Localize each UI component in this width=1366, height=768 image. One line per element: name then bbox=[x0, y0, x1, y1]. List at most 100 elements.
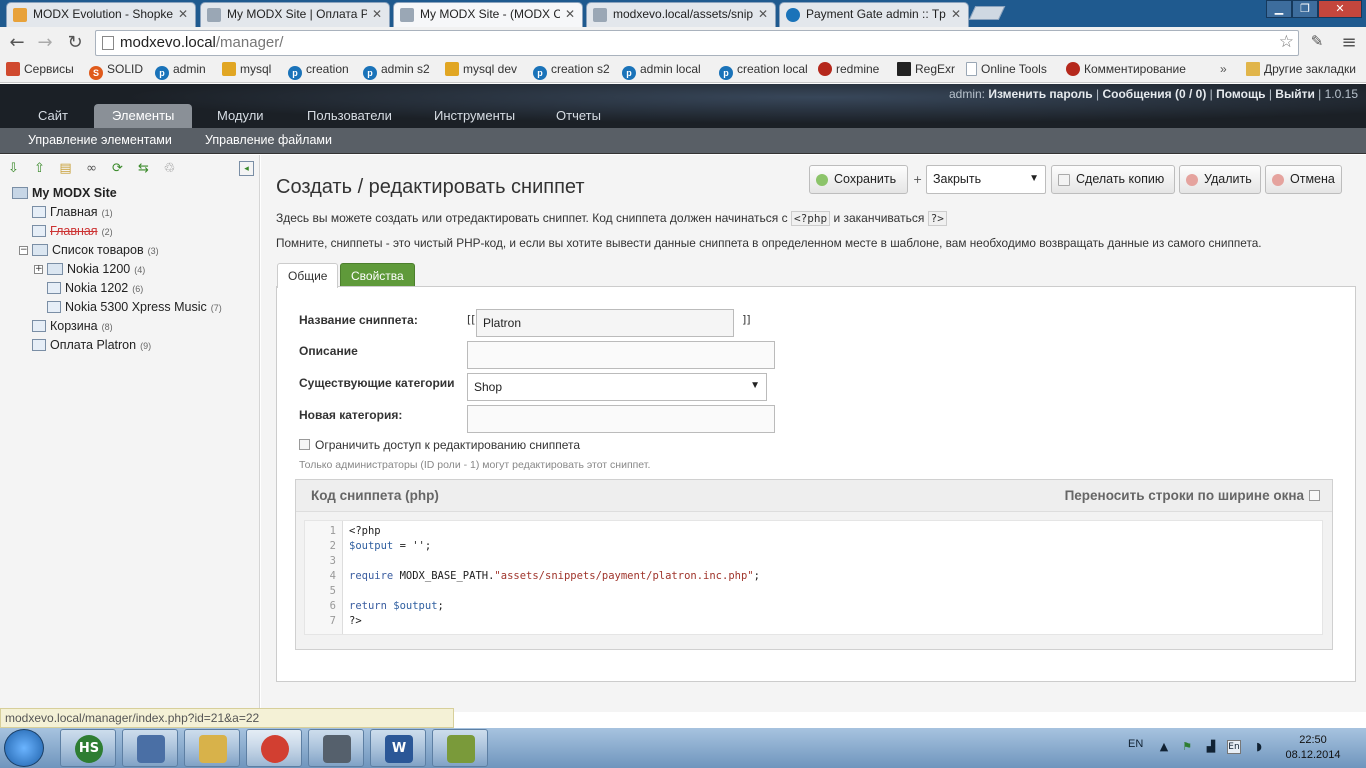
description-field[interactable] bbox=[467, 341, 775, 369]
flag-icon[interactable]: ⚑ bbox=[1180, 740, 1194, 754]
tree-root[interactable]: My MODX Site bbox=[12, 186, 117, 200]
taskbar-app-active[interactable] bbox=[246, 729, 302, 767]
bookmark-redmine[interactable]: redmine bbox=[818, 62, 879, 76]
manage-elements-link[interactable]: Управление элементами bbox=[28, 133, 172, 147]
tab-site[interactable]: Сайт bbox=[38, 104, 68, 128]
reload-icon[interactable]: ↻ bbox=[64, 32, 86, 53]
change-password-link[interactable]: Изменить пароль bbox=[988, 87, 1092, 101]
category-select[interactable]: Shop ▼ bbox=[467, 373, 767, 401]
bookmarks-overflow-button[interactable]: » bbox=[1220, 62, 1227, 76]
bookmark-creation-s2[interactable]: p creation s2 bbox=[533, 62, 610, 80]
hide-tree-icon[interactable]: ◂ bbox=[239, 161, 254, 176]
volume-icon[interactable]: ◗ bbox=[1252, 740, 1266, 754]
wrap-lines-checkbox[interactable] bbox=[1309, 490, 1320, 501]
bookmark-online-tools[interactable]: Online Tools bbox=[966, 62, 1047, 76]
menu-icon[interactable]: ≡ bbox=[1338, 32, 1360, 53]
tree-item[interactable]: Главная (1) bbox=[32, 205, 113, 219]
refresh-icon[interactable]: ⟳ bbox=[110, 161, 125, 176]
cancel-button[interactable]: Отмена bbox=[1265, 165, 1342, 194]
code-editor[interactable]: 1 2 3 4 5 6 7 <?php $output = ''; requir… bbox=[304, 520, 1323, 635]
tab-tools[interactable]: Инструменты bbox=[434, 104, 515, 128]
minimize-button[interactable]: ▁ bbox=[1266, 0, 1292, 18]
new-category-field[interactable] bbox=[467, 405, 775, 433]
tab-general[interactable]: Общие bbox=[277, 263, 339, 288]
bookmark-solid[interactable]: S SOLID bbox=[89, 62, 143, 80]
browser-tab[interactable]: Payment Gate admin :: Tp ✕ bbox=[779, 2, 969, 27]
maximize-button[interactable]: ❐ bbox=[1292, 0, 1318, 18]
window-close-button[interactable]: ✕ bbox=[1318, 0, 1362, 18]
taskbar-app[interactable]: W bbox=[370, 729, 426, 767]
tree-item[interactable]: Оплата Platron (9) bbox=[32, 338, 151, 352]
help-link[interactable]: Помощь bbox=[1216, 87, 1265, 101]
bookmark-creation-local[interactable]: p creation local bbox=[719, 62, 808, 80]
bookmark-mysql[interactable]: mysql bbox=[222, 62, 271, 76]
network-icon[interactable]: ▟ bbox=[1204, 740, 1218, 754]
bookmark-regexr[interactable]: RegExr bbox=[897, 62, 955, 76]
browser-tab[interactable]: MODX Evolution - Shopke ✕ bbox=[6, 2, 196, 27]
url-text[interactable]: modxevo.local/manager/ bbox=[120, 34, 283, 51]
start-button[interactable] bbox=[4, 729, 44, 767]
after-save-select[interactable]: Закрыть ▼ bbox=[926, 165, 1046, 194]
taskbar-app[interactable] bbox=[432, 729, 488, 767]
tree-item[interactable]: Nokia 5300 Xpress Music (7) bbox=[47, 300, 222, 314]
new-resource-icon[interactable]: ▤ bbox=[58, 161, 73, 176]
star-icon[interactable]: ☆ bbox=[1279, 32, 1294, 52]
back-icon[interactable]: ← bbox=[6, 32, 28, 53]
logout-link[interactable]: Выйти bbox=[1275, 87, 1315, 101]
tab-reports[interactable]: Отчеты bbox=[556, 104, 601, 128]
messages-link[interactable]: Сообщения (0 / 0) bbox=[1102, 87, 1206, 101]
close-icon[interactable]: ✕ bbox=[565, 7, 575, 21]
forward-icon[interactable]: → bbox=[34, 32, 56, 53]
close-icon[interactable]: ✕ bbox=[951, 7, 961, 21]
keyboard-layout-icon[interactable]: En bbox=[1227, 740, 1241, 754]
delete-button[interactable]: Удалить bbox=[1179, 165, 1261, 194]
close-icon[interactable]: ✕ bbox=[178, 7, 188, 21]
browser-tab[interactable]: My MODX Site | Оплата P ✕ bbox=[200, 2, 390, 27]
taskbar-app[interactable] bbox=[184, 729, 240, 767]
system-clock[interactable]: 22:50 08.12.2014 bbox=[1282, 733, 1344, 763]
tree-item[interactable]: Корзина (8) bbox=[32, 319, 113, 333]
bookmark-services[interactable]: Сервисы bbox=[6, 62, 74, 76]
tab-elements[interactable]: Элементы bbox=[94, 104, 193, 128]
show-hidden-icons-icon[interactable]: ▲ bbox=[1157, 740, 1171, 754]
tab-properties[interactable]: Свойства bbox=[340, 263, 415, 287]
close-icon[interactable]: ✕ bbox=[758, 7, 768, 21]
manage-files-link[interactable]: Управление файлами bbox=[205, 133, 332, 147]
bookmark-admin-local[interactable]: p admin local bbox=[622, 62, 701, 80]
tree-item-folder[interactable]: Nokia 1200 (4) bbox=[47, 262, 145, 276]
taskbar-app[interactable] bbox=[308, 729, 364, 767]
save-button[interactable]: Сохранить bbox=[809, 165, 908, 194]
collapse-node-icon[interactable]: − bbox=[19, 246, 28, 255]
snippet-name-field[interactable]: Platron bbox=[476, 309, 734, 337]
browser-tab[interactable]: modxevo.local/assets/snip ✕ bbox=[586, 2, 776, 27]
browser-tab-active[interactable]: My MODX Site - (MODX C ✕ bbox=[393, 2, 583, 27]
tab-modules[interactable]: Модули bbox=[217, 104, 264, 128]
tree-item[interactable]: Nokia 1202 (6) bbox=[47, 281, 143, 295]
bookmark-creation[interactable]: p creation bbox=[288, 62, 349, 80]
tab-users[interactable]: Пользователи bbox=[307, 104, 392, 128]
expand-node-icon[interactable]: + bbox=[34, 265, 43, 274]
trash-icon[interactable]: ♲ bbox=[162, 161, 177, 176]
tree-item-deleted[interactable]: Главная (2) bbox=[32, 224, 113, 238]
restrict-checkbox[interactable] bbox=[299, 439, 310, 450]
new-weblink-icon[interactable]: ∞ bbox=[84, 161, 99, 176]
bookmark-mysql-dev[interactable]: mysql dev bbox=[445, 62, 517, 76]
extension-icon[interactable]: ✎ bbox=[1306, 32, 1328, 50]
tree-item-folder[interactable]: Список товаров (3) bbox=[32, 243, 159, 257]
close-icon[interactable]: ✕ bbox=[372, 7, 382, 21]
restrict-access-option[interactable]: Ограничить доступ к редактированию снипп… bbox=[299, 438, 580, 452]
bookmark-commenting[interactable]: Комментирование bbox=[1066, 62, 1186, 76]
collapse-all-icon[interactable]: ⇧ bbox=[32, 161, 47, 176]
bookmark-admin[interactable]: p admin bbox=[155, 62, 206, 80]
bookmark-admin-s2[interactable]: p admin s2 bbox=[363, 62, 430, 80]
duplicate-button[interactable]: Сделать копию bbox=[1051, 165, 1175, 194]
other-bookmarks[interactable]: Другие закладки bbox=[1246, 62, 1356, 76]
address-bar[interactable]: modxevo.local/manager/ ☆ bbox=[95, 30, 1299, 56]
expand-all-icon[interactable]: ⇩ bbox=[6, 161, 21, 176]
taskbar-app[interactable]: HS bbox=[60, 729, 116, 767]
sort-icon[interactable]: ⇆ bbox=[136, 161, 151, 176]
new-tab-button[interactable] bbox=[968, 6, 1006, 20]
language-indicator[interactable]: EN bbox=[1128, 738, 1143, 750]
category-value: Shop bbox=[474, 380, 503, 394]
taskbar-app[interactable] bbox=[122, 729, 178, 767]
